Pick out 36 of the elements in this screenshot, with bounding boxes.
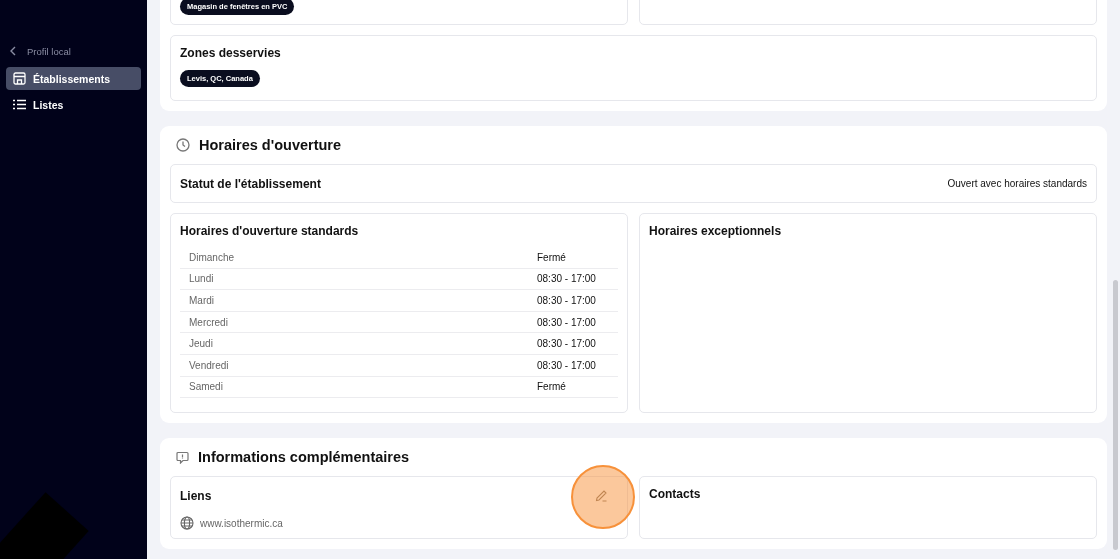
section-title: Horaires d'ouverture [199,137,342,153]
hours-cell: 08:30 - 17:00 [537,359,596,371]
day-cell-text: Jeudi [189,338,214,350]
pencil-icon [595,489,608,502]
click-highlight [571,465,635,529]
card-title: Horaires d'ouverture standards [180,224,360,238]
store-icon [13,72,26,85]
status-value: Ouvert avec horaires standards [947,178,1087,189]
list-icon [13,99,26,110]
hours-cell: Fermé [537,251,566,263]
clock-icon [176,138,190,152]
website-link[interactable]: www.isothermic.ca [200,517,283,529]
card-title: Zones desservies [180,46,282,60]
section-title: Informations complémentaires [198,449,410,465]
scrollbar[interactable] [1113,280,1118,550]
hours-cell: 08:30 - 17:00 [537,338,596,350]
card-title: Contacts [649,487,702,501]
chevron-left-icon [10,46,17,56]
hours-cell: 08:30 - 17:00 [537,273,596,285]
sidebar-item[interactable]: Listes [6,93,141,116]
hours-cell: 08:30 - 17:00 [537,316,596,328]
hours-cell: Fermé [537,381,566,393]
day-cell-text: Vendredi [189,359,230,371]
card-title: Horaires exceptionnels [649,224,783,238]
hours-cell: 08:30 - 17:00 [537,295,596,306]
day-cell-text: Mercredi [189,316,229,328]
sidebar-item[interactable]: Établissements [6,67,141,90]
day-cell-text: Mardi [189,295,215,306]
back-link[interactable]: Profil local [10,43,147,59]
card-title: Statut de l'établissement [180,176,321,191]
comment-icon [176,450,189,464]
day-cell-text: Dimanche [189,251,236,263]
card-title: Liens [180,488,212,503]
day-cell-text: Samedi [189,381,224,393]
day-cell-text: Lundi [189,273,215,285]
globe-icon [180,516,194,530]
